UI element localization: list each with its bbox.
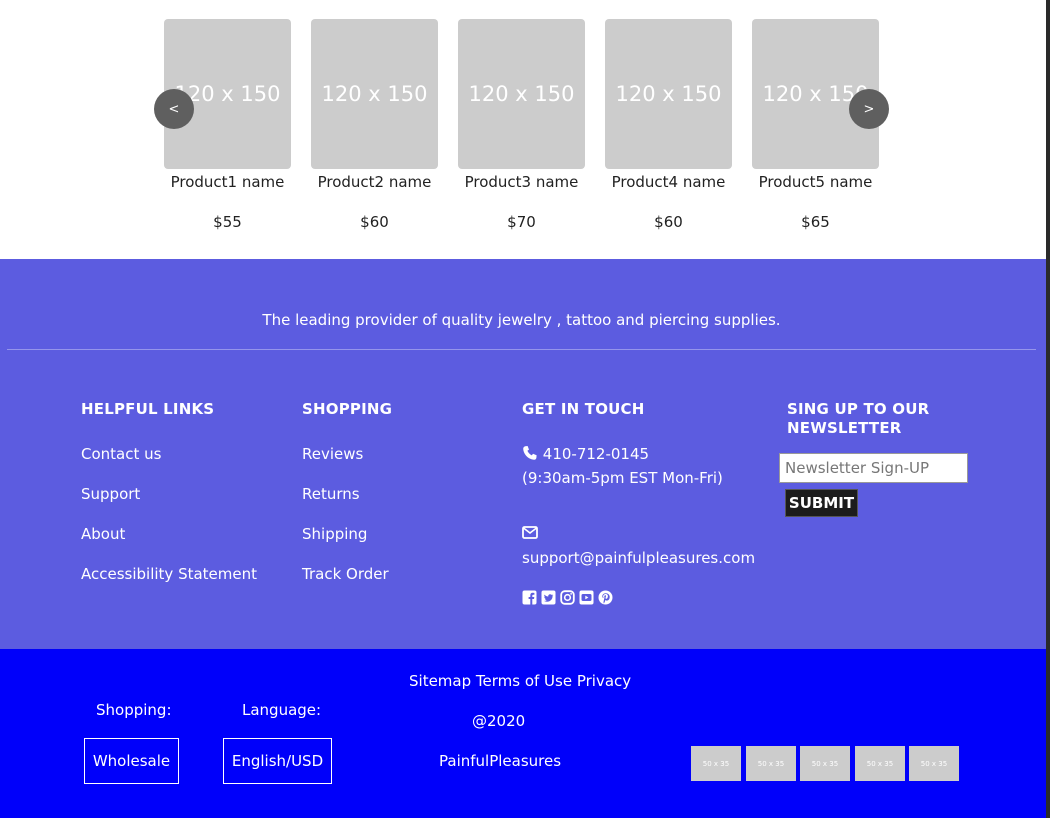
footer-tagline: The leading provider of quality jewelry … — [262, 311, 781, 329]
product-image[interactable]: 120 x 150 — [458, 19, 585, 169]
product-card[interactable]: 120 x 150 Product2 name $60 — [311, 19, 438, 230]
helpful-links-title: HELPFUL LINKS — [81, 400, 215, 418]
language-label: Language: — [242, 701, 322, 719]
product-price: $60 — [360, 213, 389, 231]
payment-method-image: 50 x 35 — [800, 746, 850, 781]
shipping-link[interactable]: Shipping — [302, 525, 367, 544]
payment-method-image: 50 x 35 — [691, 746, 741, 781]
product-price: $55 — [213, 213, 242, 231]
phone-number[interactable]: 410-712-0145 — [543, 445, 649, 463]
footer-main: The leading provider of quality jewelry … — [0, 259, 1046, 649]
newsletter-submit-button[interactable]: SUBMIT — [785, 489, 858, 517]
footer-divider — [7, 349, 1036, 350]
newsletter-title-line2: NEWSLETTER — [787, 419, 902, 437]
accessibility-statement-link[interactable]: Accessibility Statement — [81, 565, 257, 584]
product-name[interactable]: Product4 name — [595, 174, 742, 190]
track-order-link[interactable]: Track Order — [302, 565, 389, 584]
language-currency-button[interactable]: English/USD — [223, 738, 332, 784]
payment-method-image: 50 x 35 — [909, 746, 959, 781]
pinterest-icon[interactable] — [598, 590, 613, 605]
product-name[interactable]: Product1 name — [154, 174, 301, 190]
product-price: $65 — [801, 213, 830, 231]
product-card[interactable]: 120 x 150 Product4 name $60 — [605, 19, 732, 230]
phone-icon — [522, 444, 538, 468]
facebook-icon[interactable] — [522, 590, 537, 605]
support-email-link[interactable]: support@painfulpleasures.com — [522, 546, 755, 570]
product-carousel: 120 x 150 Product1 name $55 120 x 150 Pr… — [0, 0, 1046, 259]
phone-row: 410-712-0145 — [522, 442, 649, 468]
envelope-icon — [522, 522, 538, 546]
copyright-text: @2020 — [472, 712, 526, 730]
shopping-title: SHOPPING — [302, 400, 393, 418]
payment-method-image: 50 x 35 — [746, 746, 796, 781]
newsletter-email-input[interactable]: Newsletter Sign-UP — [779, 453, 968, 483]
reviews-link[interactable]: Reviews — [302, 445, 363, 464]
newsletter-title: SING UP TO OUR NEWSLETTER — [787, 400, 929, 438]
twitter-icon[interactable] — [541, 590, 556, 605]
brand-name: PainfulPleasures — [439, 752, 562, 770]
instagram-icon[interactable] — [560, 590, 575, 605]
youtube-icon[interactable] — [579, 590, 594, 605]
about-link[interactable]: About — [81, 525, 125, 544]
carousel-prev-button[interactable]: < — [154, 89, 194, 129]
product-price: $70 — [507, 213, 536, 231]
legal-links[interactable]: Sitemap Terms of Use Privacy — [409, 672, 631, 691]
hours-text: (9:30am-5pm EST Mon-Fri) — [522, 469, 723, 487]
payment-method-image: 50 x 35 — [855, 746, 905, 781]
get-in-touch-title: GET IN TOUCH — [522, 400, 645, 418]
returns-link[interactable]: Returns — [302, 485, 360, 504]
window-scrollbar-edge — [1046, 0, 1050, 818]
product-image[interactable]: 120 x 150 — [605, 19, 732, 169]
page: 120 x 150 Product1 name $55 120 x 150 Pr… — [0, 0, 1050, 818]
support-link[interactable]: Support — [81, 485, 140, 504]
product-name[interactable]: Product2 name — [301, 174, 448, 190]
footer-bottom: Sitemap Terms of Use Privacy @2020 Painf… — [0, 649, 1046, 818]
carousel-next-button[interactable]: > — [849, 89, 889, 129]
newsletter-title-line1: SING UP TO OUR — [787, 400, 930, 418]
product-image[interactable]: 120 x 150 — [311, 19, 438, 169]
product-price: $60 — [654, 213, 683, 231]
shopping-label: Shopping: — [96, 701, 172, 719]
product-name[interactable]: Product3 name — [448, 174, 595, 190]
product-card[interactable]: 120 x 150 Product3 name $70 — [458, 19, 585, 230]
social-icons — [522, 590, 613, 605]
contact-us-link[interactable]: Contact us — [81, 445, 161, 464]
wholesale-button[interactable]: Wholesale — [84, 738, 179, 784]
product-name[interactable]: Product5 name — [742, 174, 889, 190]
